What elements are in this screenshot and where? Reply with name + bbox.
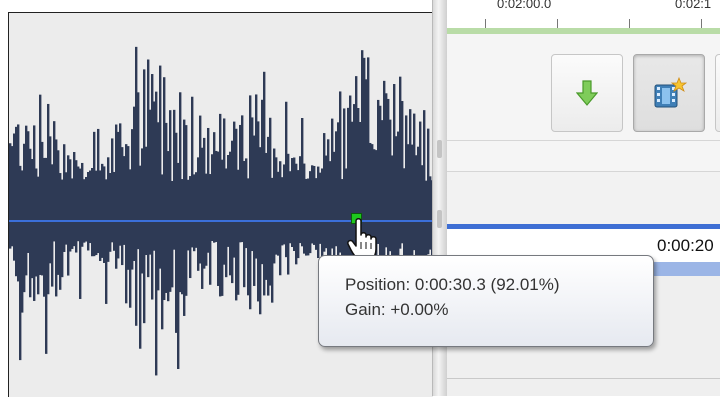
add-video-clip-icon: [654, 76, 687, 108]
splitter-grip: [437, 140, 442, 158]
ruler-tick: [485, 19, 486, 28]
timeline-time-label: 0:00:20: [657, 236, 714, 255]
ruler-tick: [557, 19, 558, 28]
tooltip-gain-text: Gain: +0.00%: [345, 300, 449, 319]
ruler-label: 0:02:1: [675, 0, 712, 11]
editor-window: 0:02:00.0 0:02:1 0:00:20 Position: 0:00:…: [0, 0, 720, 397]
ruler-tick: [629, 19, 630, 28]
ruler-tick: [701, 19, 702, 28]
ruler-label: 0:02:00.0: [497, 0, 552, 11]
time-ruler[interactable]: 0:02:00.0 0:02:1: [447, 0, 720, 34]
toolbar-button-partial[interactable]: [715, 54, 720, 132]
download-button[interactable]: [551, 54, 623, 132]
toolbar: [447, 34, 720, 141]
splitter-grip: [437, 210, 442, 228]
empty-row: [447, 141, 720, 172]
download-arrow-icon: [576, 80, 598, 106]
add-video-clip-button[interactable]: [633, 54, 705, 132]
track-divider: [447, 378, 720, 379]
position-gain-tooltip: Position: 0:00:30.3 (92.01%) Gain: +0.00…: [318, 255, 654, 347]
tooltip-position-text: Position: 0:00:30.3 (92.01%): [345, 275, 560, 294]
